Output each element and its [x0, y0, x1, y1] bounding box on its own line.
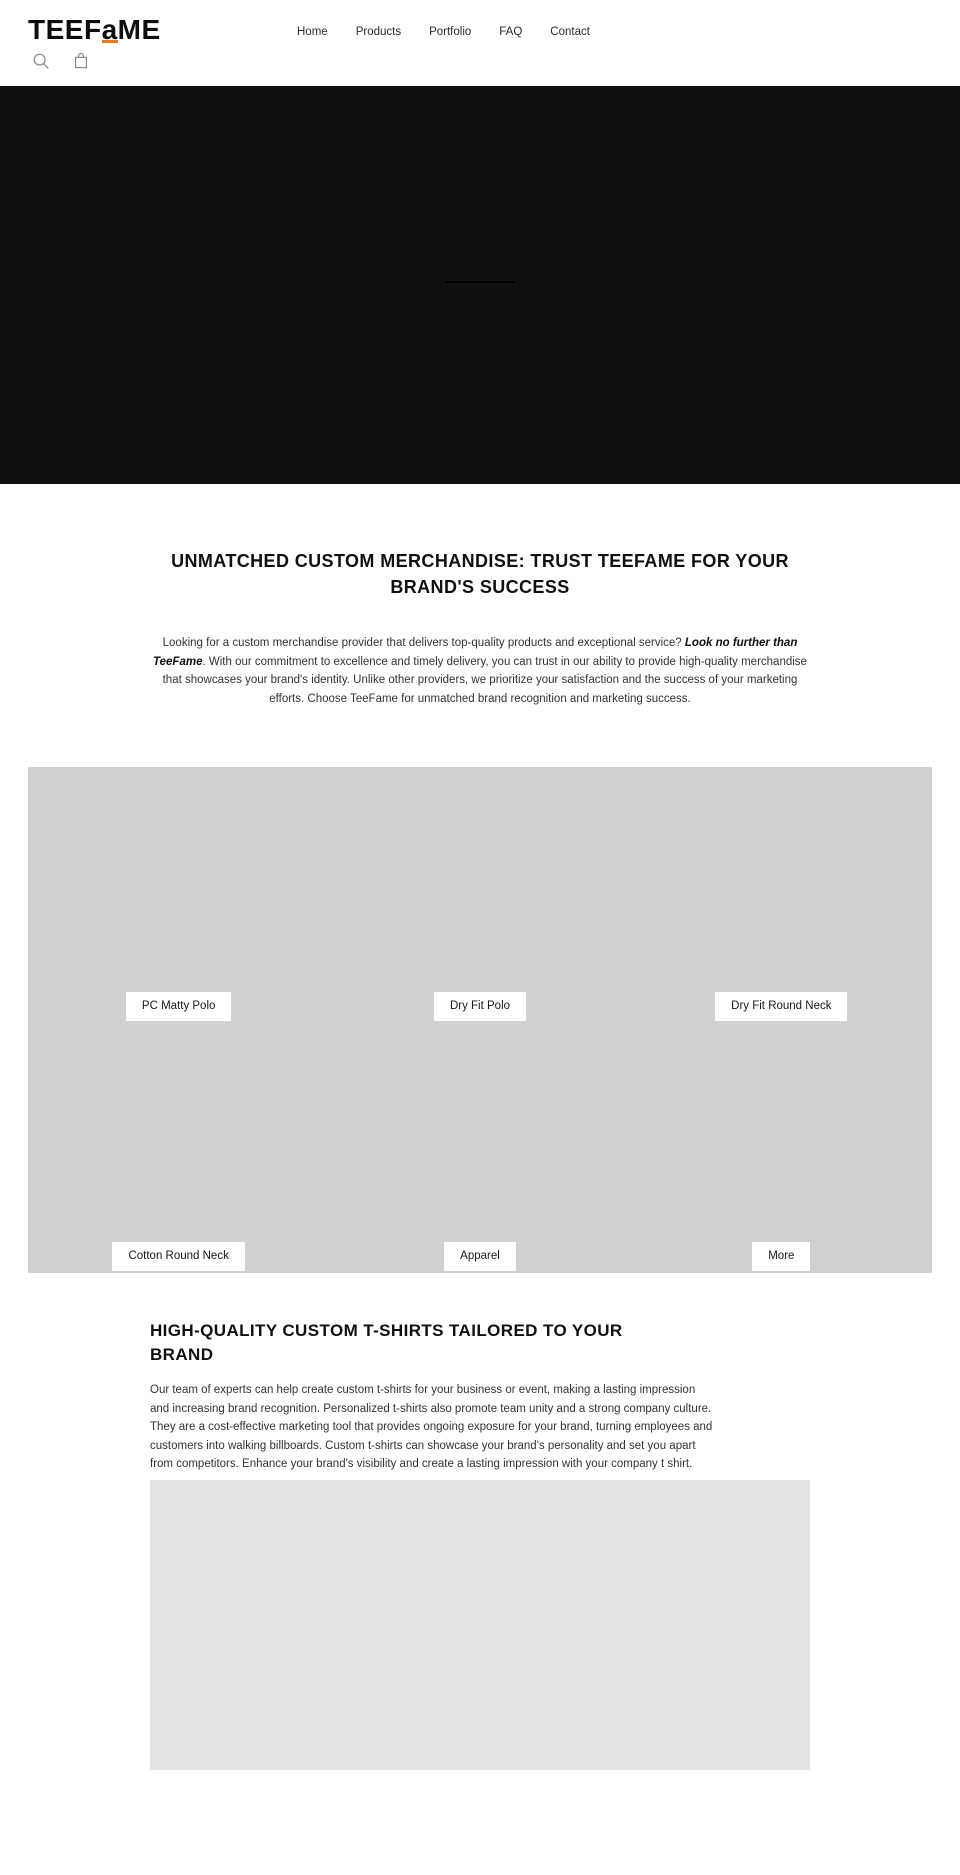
logo-prefix: TEEF — [28, 14, 102, 45]
feature-heading: HIGH-QUALITY CUSTOM T-SHIRTS TAILORED TO… — [150, 1320, 623, 1365]
product-row-bottom: Cotton Round Neck Apparel More — [28, 1241, 932, 1272]
nav-item-faq[interactable]: FAQ — [485, 22, 536, 42]
product-cell: More — [631, 1241, 932, 1272]
product-chip-dry-fit-polo[interactable]: Dry Fit Polo — [433, 991, 527, 1022]
logo-suffix: ME — [117, 14, 161, 45]
product-grid: PC Matty Polo Dry Fit Polo Dry Fit Round… — [28, 766, 932, 1273]
product-cell: Dry Fit Round Neck — [631, 991, 932, 1022]
product-grid-section: PC Matty Polo Dry Fit Polo Dry Fit Round… — [0, 719, 960, 1273]
intro-section: UNMATCHED CUSTOM MERCHANDISE: TRUST TEEF… — [0, 484, 960, 719]
feature-inner: HIGH-QUALITY CUSTOM T-SHIRTS TAILORED TO… — [150, 1319, 810, 1771]
feature-paragraph: Our team of experts can help create cust… — [150, 1383, 713, 1471]
hero-divider-rule — [445, 281, 515, 283]
nav-item-home[interactable]: Home — [283, 22, 342, 42]
shopping-bag-icon[interactable] — [70, 50, 92, 72]
product-chip-cotton-round-neck[interactable]: Cotton Round Neck — [112, 1241, 245, 1272]
intro-heading: UNMATCHED CUSTOM MERCHANDISE: TRUST TEEF… — [171, 551, 789, 598]
nav-item-contact[interactable]: Contact — [536, 22, 604, 42]
product-cell: Dry Fit Polo — [329, 991, 630, 1022]
utility-icons — [28, 50, 161, 72]
nav-item-portfolio[interactable]: Portfolio — [415, 22, 485, 42]
brand-block: TEEFaME — [28, 16, 161, 72]
site-logo[interactable]: TEEFaME — [28, 16, 161, 44]
product-row-top: PC Matty Polo Dry Fit Polo Dry Fit Round… — [28, 991, 932, 1022]
site-header: TEEFaME Home Products Portfolio FAQ Cont… — [0, 0, 960, 86]
logo-accent-letter: a — [101, 14, 118, 45]
product-cell: Apparel — [329, 1241, 630, 1272]
feature-section: HIGH-QUALITY CUSTOM T-SHIRTS TAILORED TO… — [0, 1272, 960, 1771]
search-icon[interactable] — [30, 50, 52, 72]
intro-paragraph-part2: . With our commitment to excellence and … — [162, 655, 807, 706]
product-chip-pc-matty-polo[interactable]: PC Matty Polo — [125, 991, 232, 1022]
intro-paragraph-part1: Looking for a custom merchandise provide… — [162, 637, 685, 650]
hero-banner — [0, 86, 960, 484]
main-navigation: Home Products Portfolio FAQ Contact — [283, 22, 604, 42]
feature-image-placeholder — [150, 1480, 810, 1771]
product-cell: Cotton Round Neck — [28, 1241, 329, 1272]
product-chip-dry-fit-round-neck[interactable]: Dry Fit Round Neck — [715, 991, 848, 1022]
product-cell: PC Matty Polo — [28, 991, 329, 1022]
product-chip-apparel[interactable]: Apparel — [444, 1241, 516, 1272]
nav-item-products[interactable]: Products — [342, 22, 415, 42]
intro-paragraph: Looking for a custom merchandise provide… — [153, 634, 808, 709]
product-chip-more[interactable]: More — [752, 1241, 811, 1272]
